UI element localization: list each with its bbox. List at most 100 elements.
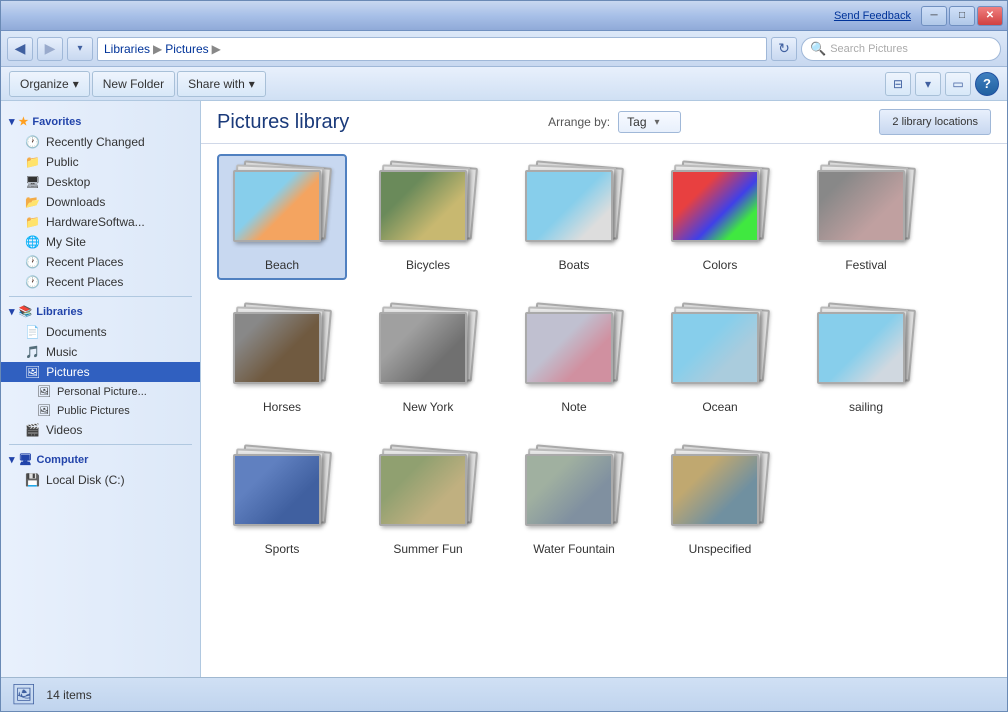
sidebar-item-recently-changed[interactable]: 🕐 Recently Changed [1, 132, 200, 152]
folder-thumbnail-ocean [671, 312, 759, 384]
folder-item-ocean[interactable]: Ocean [655, 296, 785, 422]
recent-places-label: Recent Places [46, 255, 123, 269]
mysite-icon: 🌐 [25, 235, 40, 249]
sidebar-favorites-label: Favorites [32, 116, 81, 128]
search-placeholder: Search Pictures [830, 43, 908, 55]
folder-label-sailing: sailing [849, 400, 883, 414]
sidebar-computer-label: Computer [37, 454, 89, 466]
arrange-dropdown[interactable]: Tag [618, 111, 680, 133]
folder-label-bicycles: Bicycles [406, 258, 450, 272]
files-grid: Beach Bicycles BoatsColorsFestival HorsesNe… [201, 144, 1007, 677]
new-folder-button[interactable]: New Folder [92, 71, 175, 97]
public-pictures-icon: 🖼 [37, 404, 51, 417]
folder-thumbnail-note [525, 312, 613, 384]
folder-label-waterfountain: Water Fountain [533, 542, 615, 556]
back-button[interactable]: ◀ [7, 37, 33, 61]
sidebar-item-public-pictures[interactable]: 🖼 Public Pictures [1, 401, 200, 420]
folder-thumbnail-beach [233, 170, 321, 242]
new-folder-label: New Folder [103, 77, 164, 91]
libraries-expand-arrow: ▾ [9, 305, 15, 318]
sidebar-divider-2 [9, 444, 192, 445]
path-libraries[interactable]: Libraries [104, 42, 150, 56]
sidebar-item-music[interactable]: 🎵 Music [1, 342, 200, 362]
minimize-button[interactable]: ─ [921, 6, 947, 26]
main-content: Pictures library Arrange by: Tag 2 libra… [201, 101, 1007, 677]
folder-item-sailing[interactable]: sailing [801, 296, 931, 422]
dropdown-button[interactable]: ▾ [67, 37, 93, 61]
sidebar-item-hardwaresoftware[interactable]: 📁 HardwareSoftwa... [1, 212, 200, 232]
share-with-label: Share with [188, 77, 245, 91]
folder-item-festival[interactable]: Festival [801, 154, 931, 280]
status-count: 14 items [46, 688, 91, 702]
maximize-button[interactable]: □ [949, 6, 975, 26]
public-pictures-label: Public Pictures [57, 405, 130, 417]
path-sep-1: ▶ [153, 42, 162, 56]
sidebar-item-recent-places[interactable]: 🕐 Recent Places [1, 252, 200, 272]
folder-thumbnail-boats [525, 170, 613, 242]
desktop-icon: 🖥 [25, 175, 40, 189]
local-disk-icon: 💾 [25, 473, 40, 487]
recent-places2-label: Recent Places [46, 275, 123, 289]
folder-item-summerfun[interactable]: Summer Fun [363, 438, 493, 564]
sidebar-item-desktop[interactable]: 🖥 Desktop [1, 172, 200, 192]
sidebar-item-personal-pictures[interactable]: 🖼 Personal Picture... [1, 382, 200, 401]
folder-thumbnail-bicycles [379, 170, 467, 242]
folder-thumbnail-festival [817, 170, 905, 242]
sidebar-item-mysite[interactable]: 🌐 My Site [1, 232, 200, 252]
search-icon: 🔍 [810, 41, 826, 57]
arrange-label: Arrange by: [548, 115, 610, 129]
sidebar-item-videos[interactable]: 🎬 Videos [1, 420, 200, 440]
folder-thumbnail-waterfountain [525, 454, 613, 526]
organize-label: Organize [20, 77, 69, 91]
sidebar-item-public[interactable]: 📁 Public [1, 152, 200, 172]
music-label: Music [46, 345, 77, 359]
view-dropdown-button[interactable]: ▾ [915, 72, 941, 96]
folder-item-bicycles[interactable]: Bicycles [363, 154, 493, 280]
folder-item-newyork[interactable]: New York [363, 296, 493, 422]
folder-item-unspecified[interactable]: Unspecified [655, 438, 785, 564]
sidebar-item-pictures[interactable]: 🖼 Pictures [1, 362, 200, 382]
desktop-label: Desktop [46, 175, 90, 189]
sidebar-item-recent-places2[interactable]: 🕐 Recent Places [1, 272, 200, 292]
folder-label-note: Note [561, 400, 586, 414]
toolbar-right: ⊟ ▾ ▭ ? [885, 72, 999, 96]
folder-label-unspecified: Unspecified [689, 542, 752, 556]
path-pictures[interactable]: Pictures [165, 42, 208, 56]
folder-item-note[interactable]: Note [509, 296, 639, 422]
view-small-button[interactable]: ⊟ [885, 72, 911, 96]
sidebar-divider-1 [9, 296, 192, 297]
folder-item-colors[interactable]: Colors [655, 154, 785, 280]
forward-button[interactable]: ▶ [37, 37, 63, 61]
recent-places-icon: 🕐 [25, 255, 40, 269]
organize-button[interactable]: Organize ▾ [9, 71, 90, 97]
preview-pane-button[interactable]: ▭ [945, 72, 971, 96]
computer-icon: 🖥 [19, 453, 33, 466]
sidebar-item-downloads[interactable]: 📂 Downloads [1, 192, 200, 212]
close-button[interactable]: ✕ [977, 6, 1003, 26]
refresh-button[interactable]: ↻ [771, 37, 797, 61]
favorites-star-icon: ★ [19, 115, 29, 128]
search-box[interactable]: 🔍 Search Pictures [801, 37, 1001, 61]
sidebar-section-computer: ▾ 🖥 Computer 💾 Local Disk (C:) [1, 449, 200, 490]
folder-item-horses[interactable]: Horses [217, 296, 347, 422]
folder-thumbnail-unspecified [671, 454, 759, 526]
arrange-area: Arrange by: Tag [548, 111, 680, 133]
sidebar-computer-header[interactable]: ▾ 🖥 Computer [1, 449, 200, 470]
help-button[interactable]: ? [975, 72, 999, 96]
folder-thumbnail-newyork [379, 312, 467, 384]
address-path[interactable]: Libraries ▶ Pictures ▶ [97, 37, 767, 61]
folder-item-waterfountain[interactable]: Water Fountain [509, 438, 639, 564]
recent-places2-icon: 🕐 [25, 275, 40, 289]
sidebar-favorites-header[interactable]: ▾ ★ Favorites [1, 111, 200, 132]
folder-item-sports[interactable]: Sports [217, 438, 347, 564]
send-feedback-link[interactable]: Send Feedback [834, 10, 911, 22]
sidebar-item-documents[interactable]: 📄 Documents [1, 322, 200, 342]
personal-pictures-icon: 🖼 [37, 385, 51, 398]
sidebar-libraries-header[interactable]: ▾ 📚 Libraries [1, 301, 200, 322]
folder-item-boats[interactable]: Boats [509, 154, 639, 280]
sidebar-item-local-disk[interactable]: 💾 Local Disk (C:) [1, 470, 200, 490]
library-locations-button[interactable]: 2 library locations [879, 109, 991, 135]
share-with-button[interactable]: Share with ▾ [177, 71, 266, 97]
hardwaresoftware-label: HardwareSoftwa... [46, 215, 145, 229]
folder-item-beach[interactable]: Beach [217, 154, 347, 280]
